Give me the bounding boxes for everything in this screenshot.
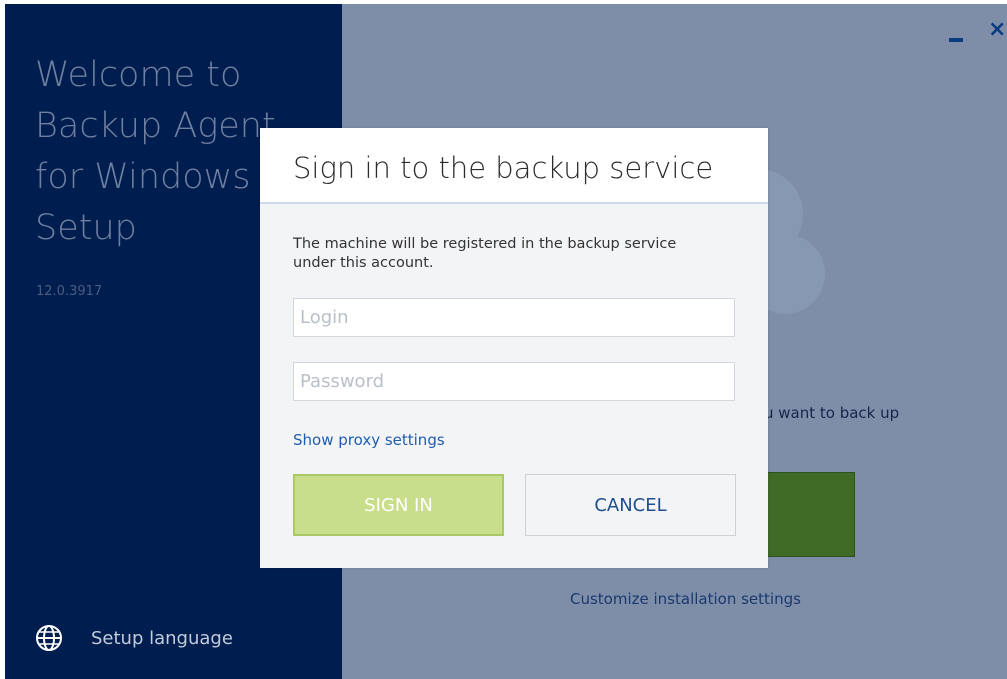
globe-icon <box>35 624 63 652</box>
backup-description: u want to back up <box>764 404 900 422</box>
close-button[interactable]: × <box>988 16 1006 44</box>
welcome-line: for Windows <box>35 157 251 197</box>
welcome-line: Backup Agent <box>35 106 276 146</box>
welcome-line: Welcome to <box>35 55 242 95</box>
customize-installation-link[interactable]: Customize installation settings <box>570 590 801 608</box>
setup-language-label: Setup language <box>91 627 233 649</box>
dialog-description: The machine will be registered in the ba… <box>293 236 677 271</box>
minimize-button[interactable] <box>949 38 963 42</box>
install-button[interactable] <box>763 472 855 557</box>
show-proxy-settings-link[interactable]: Show proxy settings <box>293 431 445 449</box>
password-input[interactable] <box>293 362 735 401</box>
welcome-title: Welcome to Backup Agent for Windows Setu… <box>35 50 276 254</box>
dialog-title: Sign in to the backup service <box>293 151 714 185</box>
login-input[interactable] <box>293 298 735 337</box>
setup-window: Welcome to Backup Agent for Windows Setu… <box>5 4 1007 679</box>
sign-in-dialog: Sign in to the backup service The machin… <box>260 128 768 568</box>
version-label: 12.0.3917 <box>36 284 103 299</box>
welcome-line: Setup <box>35 208 137 248</box>
setup-language-button[interactable]: Setup language <box>35 624 233 652</box>
sign-in-button[interactable]: SIGN IN <box>293 474 504 536</box>
cancel-button[interactable]: CANCEL <box>525 474 736 536</box>
